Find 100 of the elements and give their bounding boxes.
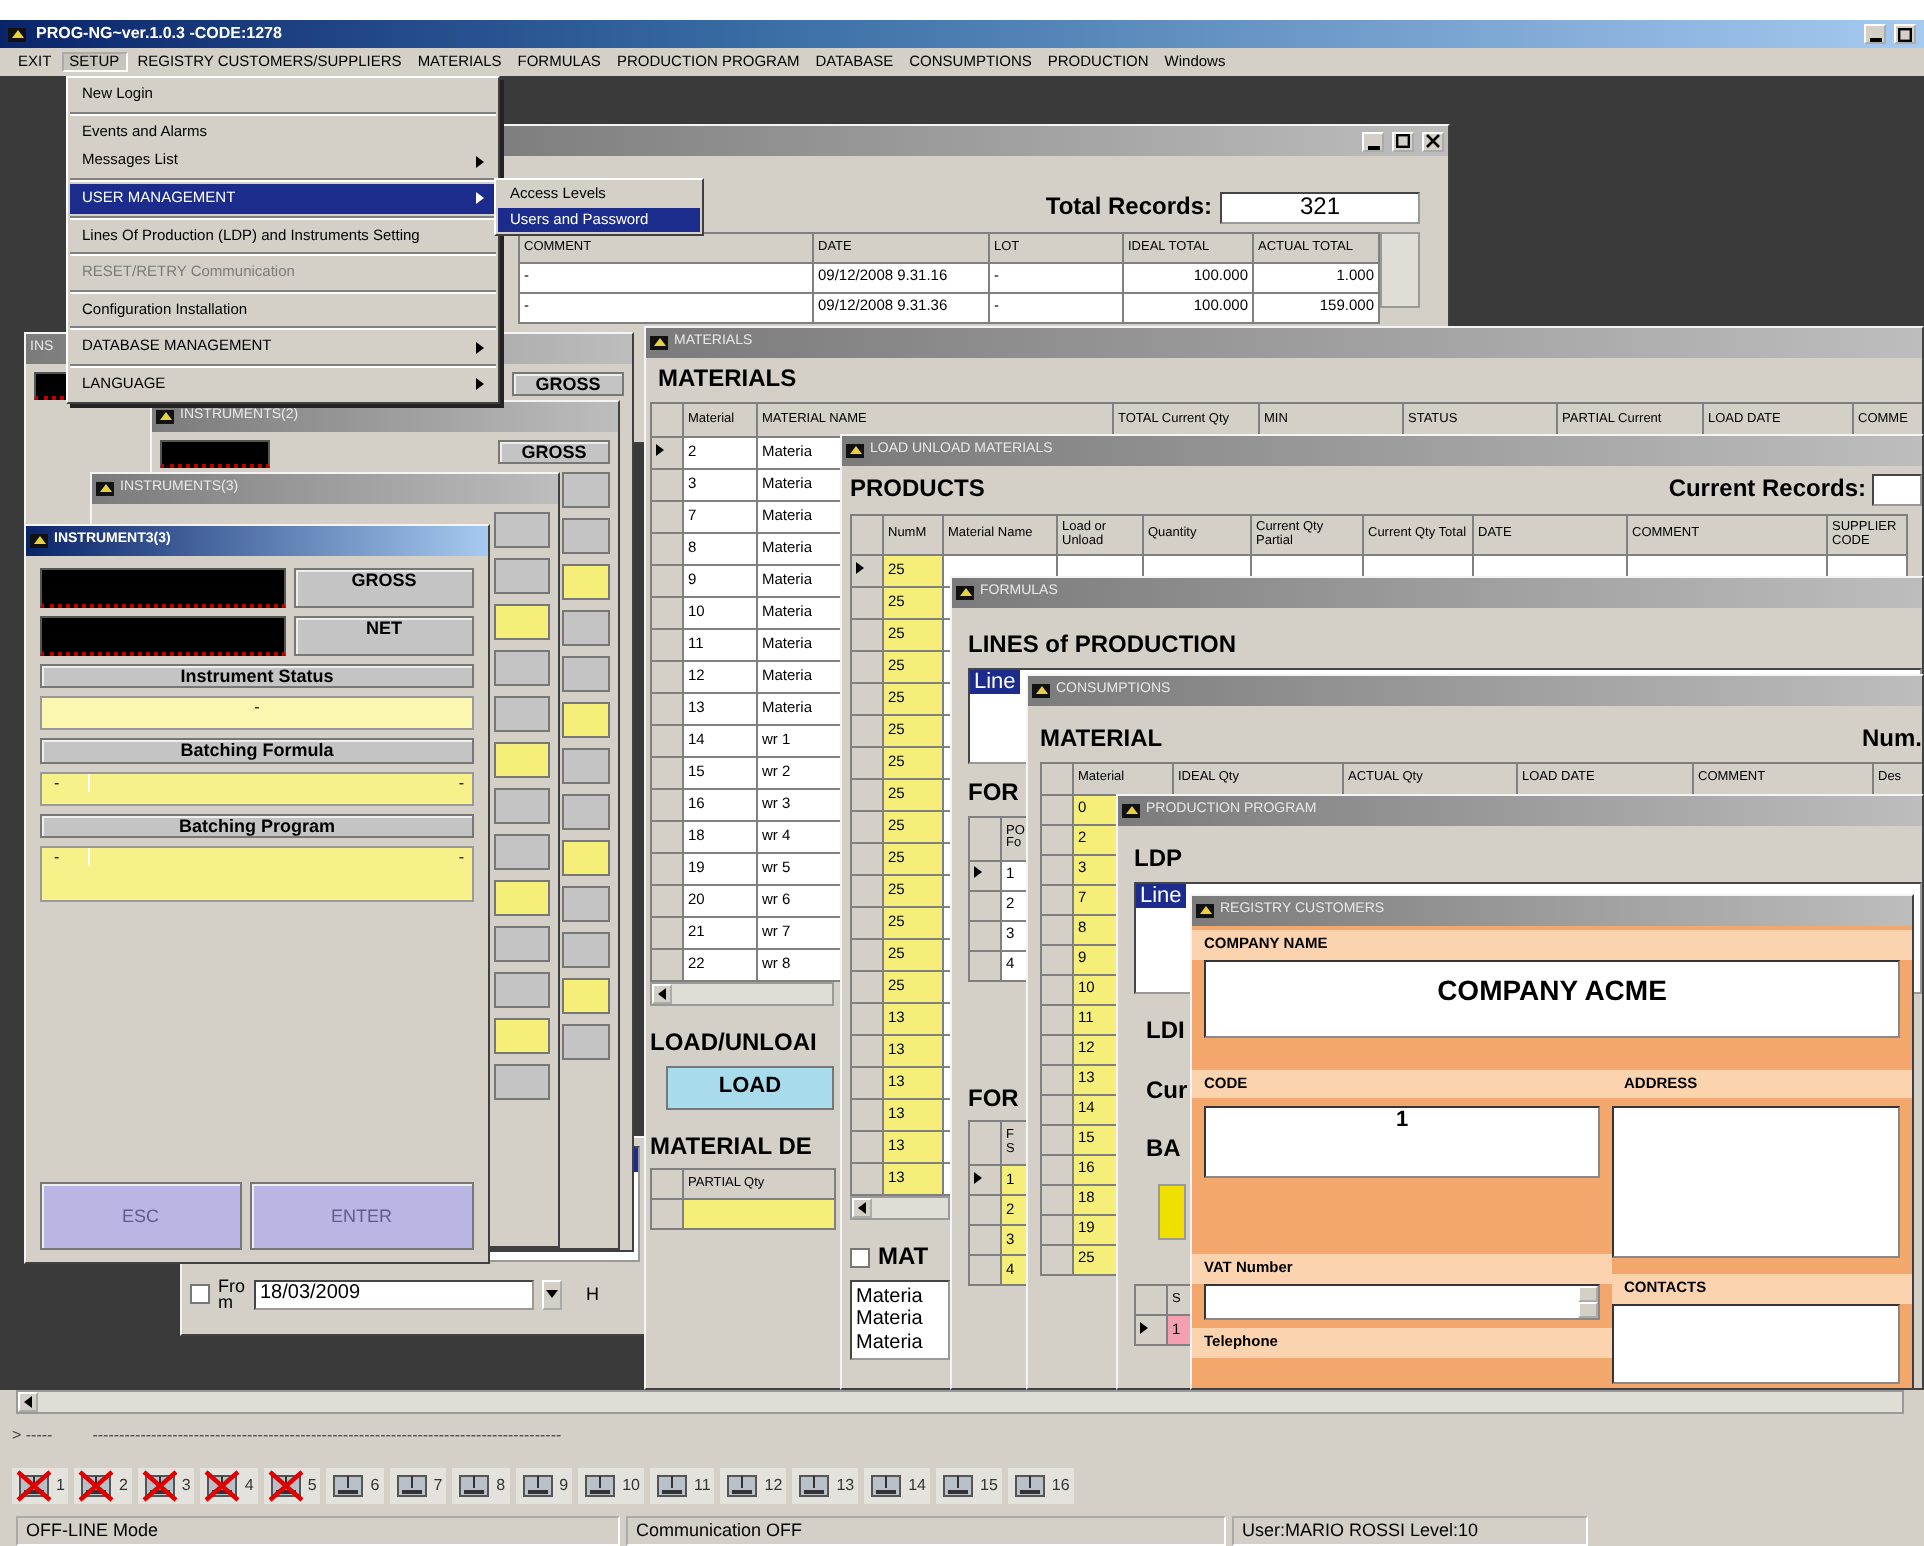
contacts-field[interactable] bbox=[1612, 1304, 1900, 1384]
instrument-number: 12 bbox=[764, 1476, 783, 1496]
instrument-button[interactable] bbox=[494, 558, 550, 594]
program-header: Batching Program bbox=[40, 813, 474, 839]
row-selector[interactable] bbox=[851, 555, 883, 587]
app-logo-icon bbox=[1122, 802, 1142, 820]
current-row-icon bbox=[656, 443, 664, 456]
records-label: Current Records: bbox=[1668, 476, 1866, 504]
crossed-scale-icon[interactable] bbox=[16, 1470, 52, 1502]
instrument-button[interactable] bbox=[562, 794, 610, 831]
instrument-button[interactable] bbox=[494, 834, 550, 870]
minimize-icon bbox=[1367, 145, 1379, 149]
load-button[interactable]: LOAD bbox=[666, 1065, 834, 1110]
vertical-scrollbar[interactable] bbox=[1380, 231, 1420, 308]
display-mode-button[interactable]: NET bbox=[294, 616, 474, 656]
scale-icon[interactable] bbox=[1011, 1470, 1048, 1502]
value-field bbox=[562, 564, 610, 601]
instrument-number: 4 bbox=[244, 1476, 254, 1496]
dropdown-button[interactable] bbox=[542, 1279, 562, 1310]
instrument-button[interactable] bbox=[494, 972, 550, 1008]
app-logo-icon bbox=[8, 25, 28, 43]
field-value: - bbox=[42, 773, 90, 792]
checkbox-label[interactable]: MAT bbox=[878, 1244, 929, 1272]
instrument-number: 9 bbox=[559, 1476, 569, 1496]
crossed-scale-icon[interactable] bbox=[78, 1470, 115, 1502]
instrument-number: 6 bbox=[370, 1476, 380, 1496]
instrument-button[interactable] bbox=[562, 1024, 610, 1061]
instrument-number: 7 bbox=[433, 1476, 443, 1496]
scale-icon[interactable] bbox=[393, 1470, 430, 1502]
instrument-button[interactable] bbox=[494, 696, 550, 732]
list-item[interactable]: Materia bbox=[856, 1331, 944, 1355]
checkbox-label[interactable]: From bbox=[218, 1278, 246, 1311]
list-item[interactable]: Materia bbox=[856, 1285, 944, 1309]
instrument-button[interactable] bbox=[562, 472, 610, 509]
scale-icon[interactable] bbox=[582, 1470, 619, 1502]
instrument-button[interactable] bbox=[562, 886, 610, 923]
address-field[interactable] bbox=[1612, 1106, 1900, 1259]
scale-icon[interactable] bbox=[724, 1470, 761, 1502]
company-name-field[interactable]: COMPANY ACME bbox=[1204, 959, 1900, 1038]
formula-header: Batching Formula bbox=[40, 738, 474, 764]
code-field[interactable]: 1 bbox=[1204, 1106, 1600, 1179]
instrument-number: 16 bbox=[1051, 1476, 1070, 1496]
instrument-button[interactable] bbox=[494, 788, 550, 824]
scale-icon[interactable] bbox=[653, 1470, 690, 1502]
instrument-button[interactable] bbox=[494, 1064, 550, 1100]
app-logo-icon bbox=[1032, 682, 1052, 700]
instrument-button[interactable] bbox=[562, 610, 610, 647]
left-arrow-icon bbox=[23, 1396, 33, 1408]
instrument-button[interactable] bbox=[562, 518, 610, 555]
scale-icon[interactable] bbox=[330, 1470, 367, 1502]
display-mode-button[interactable]: GROSS bbox=[294, 568, 474, 608]
scale-icon[interactable] bbox=[456, 1470, 493, 1502]
checkbox[interactable] bbox=[850, 1247, 870, 1268]
row-selector[interactable] bbox=[969, 1165, 1001, 1196]
list-item[interactable]: Line bbox=[1136, 883, 1186, 909]
submenu-arrow-icon bbox=[476, 192, 484, 205]
date-field[interactable]: 18/03/2009 bbox=[254, 1279, 534, 1310]
instrument-button[interactable] bbox=[562, 748, 610, 785]
horizontal-scrollbar[interactable] bbox=[850, 1196, 950, 1220]
crossed-scale-icon[interactable] bbox=[267, 1470, 304, 1502]
instrument-button[interactable] bbox=[494, 512, 550, 548]
instrument-button[interactable] bbox=[494, 926, 550, 962]
instrument-button[interactable] bbox=[562, 656, 610, 693]
instrument-button[interactable] bbox=[494, 650, 550, 686]
section-heading: FOR bbox=[968, 779, 1019, 808]
scale-icon[interactable] bbox=[868, 1470, 905, 1502]
spin-down-button[interactable] bbox=[1578, 1302, 1598, 1318]
instrument-button[interactable] bbox=[562, 932, 610, 969]
total-records-field: 321 bbox=[1220, 192, 1420, 224]
row-selector[interactable] bbox=[1135, 1315, 1167, 1346]
maximize-icon bbox=[1898, 27, 1912, 41]
list-item[interactable]: Materia bbox=[856, 1308, 944, 1332]
spin-up-button[interactable] bbox=[1578, 1286, 1598, 1302]
gross-button[interactable]: GROSS bbox=[512, 372, 624, 397]
window-heading: LINES of PRODUCTION bbox=[968, 632, 1238, 660]
vat-field[interactable] bbox=[1204, 1284, 1600, 1320]
gross-button[interactable]: GROSS bbox=[498, 440, 610, 465]
section-heading: FOR bbox=[968, 1085, 1019, 1113]
close-button[interactable] bbox=[1422, 131, 1444, 151]
instrument-number: 3 bbox=[181, 1476, 191, 1496]
horizontal-scrollbar[interactable] bbox=[650, 981, 834, 1006]
maximize-button[interactable] bbox=[1894, 24, 1916, 44]
maximize-button[interactable] bbox=[1392, 131, 1414, 151]
minimize-icon bbox=[1869, 38, 1881, 42]
minimize-button[interactable] bbox=[1362, 131, 1384, 151]
app-logo-icon bbox=[30, 532, 50, 550]
crossed-scale-icon[interactable] bbox=[204, 1470, 241, 1502]
submenu-arrow-icon bbox=[476, 341, 484, 354]
row-selector[interactable] bbox=[969, 860, 1001, 891]
field-label: H bbox=[586, 1283, 599, 1305]
minimize-button[interactable] bbox=[1864, 24, 1886, 44]
horizontal-scrollbar[interactable] bbox=[16, 1390, 1904, 1414]
maximize-icon bbox=[1396, 134, 1410, 148]
crossed-scale-icon[interactable] bbox=[141, 1470, 178, 1502]
row-selector[interactable] bbox=[651, 436, 683, 469]
scale-icon[interactable] bbox=[796, 1470, 833, 1502]
checkbox[interactable] bbox=[190, 1284, 210, 1305]
scale-icon[interactable] bbox=[940, 1470, 977, 1502]
scale-icon[interactable] bbox=[519, 1470, 556, 1502]
list-item[interactable]: Line bbox=[970, 669, 1020, 695]
